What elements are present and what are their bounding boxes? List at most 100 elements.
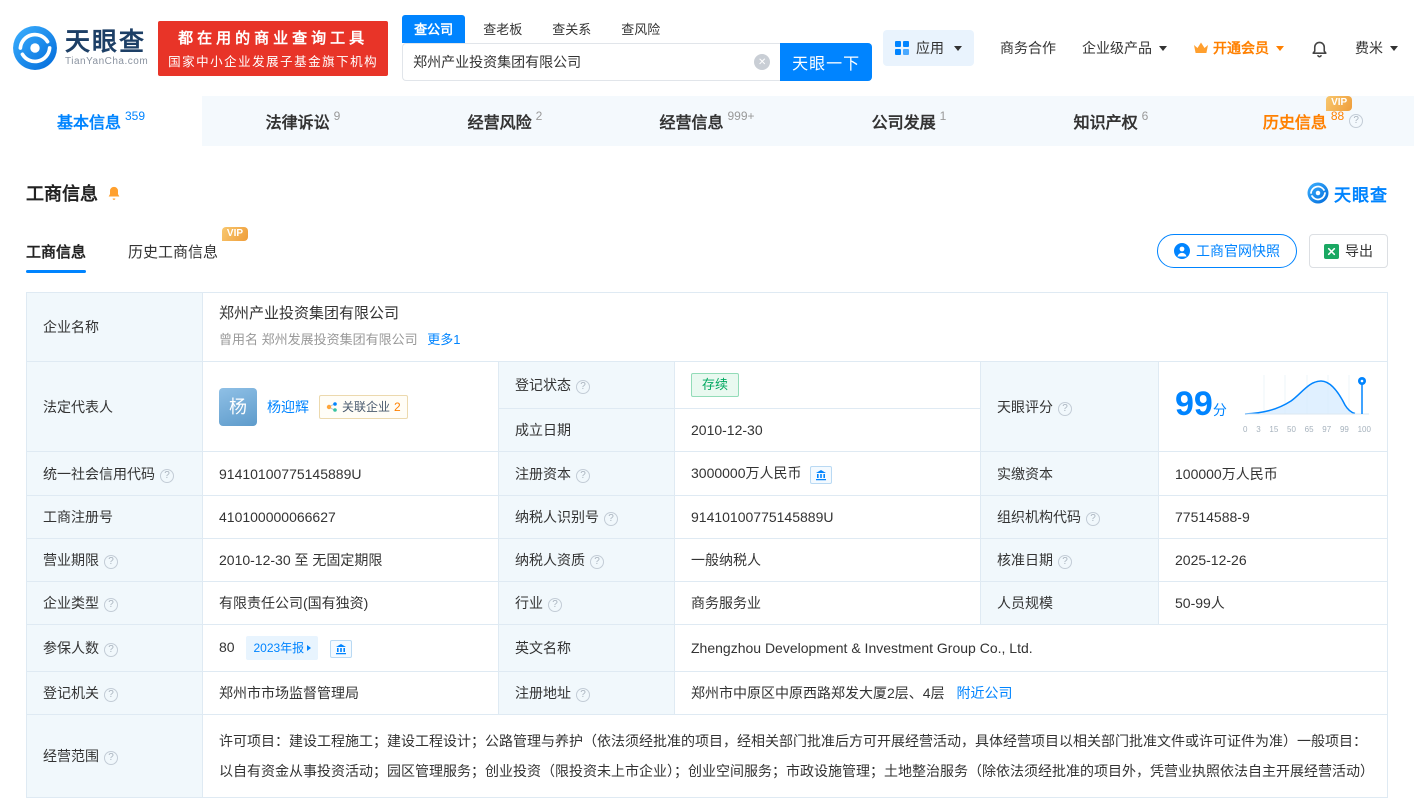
search-input-wrap [402, 43, 781, 81]
credit-code-label: 统一社会信用代码 [43, 465, 155, 482]
tianyancha-logo[interactable]: 天眼查 TianYanCha.com [12, 25, 148, 71]
insured-count-value-cell: 80 2023年报 [202, 624, 499, 672]
est-date-value: 2010-12-30 [691, 422, 763, 438]
chevron-down-icon [1390, 45, 1398, 51]
staff-size-label: 人员规模 [997, 595, 1053, 611]
reg-number-value-cell: 410100000066627 [202, 495, 499, 539]
help-icon[interactable] [104, 598, 118, 612]
help-icon[interactable] [590, 555, 604, 569]
tab-count: 9 [333, 109, 341, 123]
reg-capital-label: 注册资本 [515, 465, 571, 482]
reg-authority-label: 登记机关 [43, 685, 99, 701]
paid-capital-label: 实缴资本 [997, 465, 1053, 482]
business-scope-value: 许可项目：建设工程施工；建设工程设计；公路管理与养护（依法须经批准的项目，经相关… [219, 733, 1374, 779]
help-icon[interactable] [104, 643, 118, 657]
tab-basic-info[interactable]: 基本信息 359 [0, 96, 202, 146]
reg-capital-value-cell: 3000000万人民币 [674, 451, 981, 496]
tab-count: 6 [1141, 109, 1149, 123]
english-name-label: 英文名称 [515, 640, 571, 656]
crown-icon [1194, 42, 1208, 53]
tab-history-info[interactable]: 历史信息 88 VIP [1212, 96, 1414, 146]
capital-change-icon[interactable] [809, 466, 832, 484]
tab-business-info[interactable]: 经营信息 999+ [606, 96, 808, 146]
approval-date-value-cell: 2025-12-26 [1158, 538, 1388, 582]
org-code-value-cell: 77514588-9 [1158, 495, 1388, 539]
subtab-business-info[interactable]: 工商信息 [26, 241, 87, 273]
business-cooperation-link[interactable]: 商务合作 [1000, 38, 1056, 58]
section-header: 工商信息 天眼查 [26, 180, 1388, 206]
row-business-term: 营业期限 2010-12-30 至 无固定期限 纳税人资质 一般纳税人 核准日期… [26, 538, 1388, 582]
taxpayer-quality-value: 一般纳税人 [691, 552, 761, 568]
tianyancha-watermark: 天眼查 [1307, 181, 1388, 206]
help-icon[interactable] [576, 380, 590, 394]
tab-intellectual-property[interactable]: 知识产权 6 [1010, 96, 1212, 146]
open-vip-menu[interactable]: 开通会员 [1193, 38, 1284, 58]
help-icon[interactable] [104, 688, 118, 702]
related-companies-label: 关联企业 [342, 399, 391, 414]
insured-history-icon[interactable] [330, 640, 353, 658]
help-icon[interactable] [104, 555, 118, 569]
business-term-value-cell: 2010-12-30 至 无固定期限 [202, 538, 499, 582]
business-term-value: 2010-12-30 至 无固定期限 [219, 552, 383, 568]
promo-banner[interactable]: 都在用的商业查询工具 国家中小企业发展子基金旗下机构 [158, 20, 389, 76]
help-icon[interactable] [576, 468, 590, 483]
help-icon[interactable] [1058, 401, 1072, 416]
vip-badge: VIP [221, 226, 249, 241]
english-name-value-cell: Zhengzhou Development & Investment Group… [674, 624, 1388, 672]
official-snapshot-button[interactable]: 工商官网快照 [1157, 234, 1297, 268]
search-tab-company[interactable]: 查公司 [402, 15, 466, 43]
user-menu[interactable]: 费米 [1355, 38, 1398, 58]
tab-operating-risk[interactable]: 经营风险 2 [404, 96, 606, 146]
enterprise-products-menu[interactable]: 企业级产品 [1082, 38, 1167, 58]
help-icon[interactable] [1349, 114, 1364, 128]
subscribe-bell-icon[interactable] [106, 185, 122, 202]
tab-company-development[interactable]: 公司发展 1 [808, 96, 1010, 146]
search-tab-boss[interactable]: 查老板 [471, 15, 534, 43]
tab-label: 基本信息 [56, 115, 121, 132]
reg-capital-label-cell: 注册资本 [498, 451, 675, 496]
industry-value-cell: 商务服务业 [674, 581, 981, 625]
help-icon[interactable] [160, 468, 174, 483]
reg-authority-label-cell: 登记机关 [26, 671, 203, 715]
clear-icon[interactable] [754, 54, 771, 70]
legal-rep-name-link[interactable]: 杨迎辉 [267, 397, 309, 417]
main-content: 工商信息 天眼查 工商信息 历史工商信息 VIP 工商官网快照 导出 企业名称 … [0, 180, 1414, 798]
help-icon[interactable] [1086, 512, 1100, 526]
paid-capital-label-cell: 实缴资本 [980, 451, 1159, 496]
tianyancha-watermark-label: 天眼查 [1334, 185, 1388, 205]
insured-count-value: 80 [219, 639, 235, 655]
help-icon[interactable] [576, 688, 590, 702]
export-button[interactable]: 导出 [1309, 234, 1388, 268]
search-tabs: 查公司 查老板 查关系 查风险 [402, 15, 872, 43]
credit-code-value: 91410100775145889U [219, 465, 362, 482]
est-date-label: 成立日期 [515, 422, 571, 438]
annual-report-tag[interactable]: 2023年报 [246, 636, 319, 660]
search-button[interactable]: 天眼一下 [780, 43, 873, 81]
help-icon[interactable] [604, 512, 618, 526]
help-icon[interactable] [1058, 555, 1072, 569]
search-input[interactable] [413, 54, 755, 70]
taxpayer-id-value-cell: 91410100775145889U [674, 495, 981, 539]
search-tab-relation[interactable]: 查关系 [540, 15, 603, 43]
avatar[interactable]: 杨 [219, 387, 257, 426]
related-companies-tag[interactable]: 关联企业 2 [319, 394, 408, 419]
apps-menu[interactable]: 应用 [883, 30, 974, 66]
subtab-history-business-info[interactable]: 历史工商信息 VIP [128, 226, 249, 262]
tab-count: 1 [939, 109, 947, 123]
row-legal-rep-status: 法定代表人 杨 杨迎辉 关联企业 2 登记状态? 存续 天眼评分? 99分 0 … [26, 361, 1388, 452]
enterprise-products-label: 企业级产品 [1082, 40, 1152, 56]
tick: 50 [1287, 425, 1296, 434]
business-term-label: 营业期限 [43, 552, 99, 568]
apps-grid-icon [895, 41, 909, 55]
nearby-companies-link[interactable]: 附近公司 [956, 685, 1012, 701]
notifications-button[interactable] [1310, 38, 1329, 58]
help-icon[interactable] [548, 598, 562, 612]
former-name-more-link[interactable]: 更多1 [427, 332, 460, 347]
export-label: 导出 [1345, 243, 1373, 259]
company-type-label: 企业类型 [43, 595, 99, 611]
tick: 3 [1256, 425, 1261, 434]
address-value-cell: 郑州市中原区中原西路郑发大厦2层、4层 附近公司 [674, 671, 1388, 715]
tab-legal-litigation[interactable]: 法律诉讼 9 [202, 96, 404, 146]
help-icon[interactable] [104, 751, 118, 765]
search-tab-risk[interactable]: 查风险 [609, 15, 672, 43]
